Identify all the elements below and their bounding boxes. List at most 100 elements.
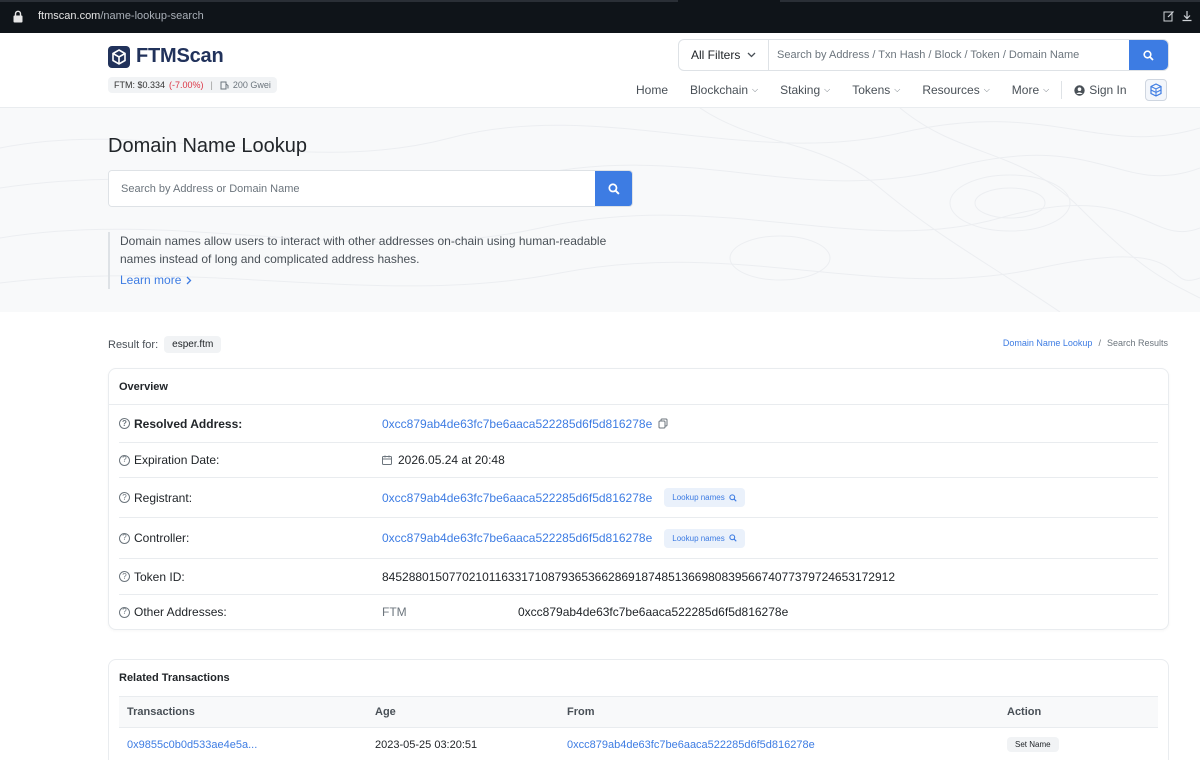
question-circle-icon[interactable]: ?	[119, 454, 130, 466]
nav-tokens[interactable]: Tokens ⌵	[852, 83, 900, 97]
registrant-lookup-names-button[interactable]: Lookup names	[664, 488, 745, 507]
search-icon	[729, 534, 737, 542]
header-search-input[interactable]	[769, 40, 1129, 70]
header-search-button[interactable]	[1129, 40, 1168, 70]
browser-tab-strip	[0, 0, 678, 2]
breadcrumb-separator: /	[1098, 338, 1101, 348]
expiration-value: 2026.05.24 at 20:48	[398, 453, 505, 467]
question-circle-icon[interactable]: ?	[119, 418, 130, 429]
controller-address-link[interactable]: 0xcc879ab4de63fc7be6aaca522285d6f5d81627…	[382, 531, 652, 545]
nav-staking[interactable]: Staking ⌵	[780, 83, 830, 97]
breadcrumb: Domain Name Lookup / Search Results	[1003, 338, 1168, 348]
question-circle-icon[interactable]: ?	[119, 492, 130, 503]
gas-pump-icon	[220, 81, 229, 89]
controller-lookup-names-button[interactable]: Lookup names	[664, 528, 745, 548]
token-id-value-group: 8452880150770210116331710879365366286918…	[382, 570, 895, 584]
transaction-hash-link[interactable]: 0x9855c0b0d533ae4e5a...	[127, 728, 257, 760]
question-circle-icon[interactable]: ?	[119, 606, 130, 618]
nav-resources[interactable]: Resources ⌵	[922, 83, 989, 97]
gas-price[interactable]: 200 Gwei	[233, 80, 271, 90]
breadcrumb-search-results: Search Results	[1106, 338, 1168, 348]
page-title: Domain Name Lookup	[108, 135, 307, 157]
breadcrumb-domain-lookup[interactable]: Domain Name Lookup	[1003, 338, 1093, 348]
logo-text: FTMScan	[136, 45, 224, 67]
lookup-names-label: Lookup names	[672, 533, 725, 543]
domain-search-input[interactable]	[109, 171, 595, 206]
user-circle-icon	[1074, 84, 1085, 96]
ftmscan-logo[interactable]: FTMScan	[108, 45, 224, 68]
nav-more-label: More	[1011, 83, 1040, 97]
column-transactions: Transactions	[127, 706, 195, 718]
nav-blockchain-label: Blockchain	[690, 83, 749, 97]
nav-blockchain[interactable]: Blockchain ⌵	[690, 83, 758, 97]
overview-title: Overview	[109, 369, 1168, 405]
column-action: Action	[1007, 706, 1042, 718]
other-address-chain: FTM	[382, 605, 407, 619]
lock-icon	[13, 10, 23, 23]
registrant-address-link[interactable]: 0xcc879ab4de63fc7be6aaca522285d6f5d81627…	[382, 491, 652, 505]
hero-section: Domain Name Lookup Domain names allow us…	[0, 108, 1200, 312]
nav-staking-label: Staking	[780, 83, 821, 97]
domain-info-callout: Domain names allow users to interact wit…	[108, 232, 638, 289]
column-age: Age	[375, 706, 396, 718]
learn-more-link[interactable]: Learn more	[120, 271, 192, 289]
controller-label: Controller:	[134, 531, 190, 545]
header-search: All Filters	[678, 39, 1169, 71]
edit-page-icon[interactable]	[1163, 10, 1175, 22]
other-address-value: 0xcc879ab4de63fc7be6aaca522285d6f5d81627…	[518, 605, 789, 619]
all-filters-dropdown[interactable]: All Filters	[679, 40, 769, 70]
search-icon	[729, 493, 737, 502]
search-icon	[607, 182, 620, 195]
url-host: ftmscan.com	[38, 10, 101, 22]
learn-more-label: Learn more	[120, 273, 182, 287]
controller-value-group: 0xcc879ab4de63fc7be6aaca522285d6f5d81627…	[382, 528, 745, 548]
transactions-table-header: Transactions Age From Action	[119, 696, 1158, 728]
ftm-price: FTM: $0.334	[114, 80, 166, 90]
expiration-value-group: 2026.05.24 at 20:48	[382, 453, 505, 467]
nav-tokens-label: Tokens	[852, 83, 891, 97]
download-icon[interactable]	[1181, 10, 1193, 22]
controller-label-group: ? Controller:	[119, 531, 189, 545]
price-separator: |	[210, 80, 213, 90]
registrant-label-group: ? Registrant:	[119, 491, 192, 505]
registrant-label: Registrant:	[134, 490, 193, 505]
browser-address[interactable]: ftmscan.com/name-lookup-search	[38, 10, 204, 22]
domain-search-button[interactable]	[595, 171, 632, 206]
resolved-address-label: Resolved Address:	[134, 416, 243, 431]
column-from: From	[567, 706, 595, 718]
nav-home[interactable]: Home	[636, 83, 668, 97]
lookup-names-label: Lookup names	[672, 493, 725, 502]
ftmscan-cube-icon	[108, 45, 130, 68]
chevron-down-icon: ⌵	[983, 85, 990, 94]
url-path: /name-lookup-search	[100, 10, 204, 22]
registrant-value-group: 0xcc879ab4de63fc7be6aaca522285d6f5d81627…	[382, 488, 745, 507]
domain-info-text: Domain names allow users to interact wit…	[120, 234, 607, 266]
filter-label: All Filters	[691, 48, 741, 62]
expiration-date-row: ? Expiration Date: 2026.05.24 at 20:48	[119, 443, 1158, 478]
result-for-label: Result for:	[108, 338, 159, 351]
expiration-label-group: ? Expiration Date:	[119, 453, 219, 467]
transaction-age: 2023-05-25 03:20:51	[375, 739, 478, 751]
overview-card: Overview ? Resolved Address: 0xcc879ab4d…	[108, 368, 1169, 630]
sign-in-label: Sign In	[1089, 83, 1127, 97]
expiration-label: Expiration Date:	[134, 453, 220, 467]
token-id-label: Token ID:	[134, 569, 185, 584]
copy-icon[interactable]	[658, 418, 668, 429]
question-circle-icon[interactable]: ?	[119, 532, 130, 544]
resolved-address-row: ? Resolved Address: 0xcc879ab4de63fc7be6…	[119, 405, 1158, 443]
transaction-from-link[interactable]: 0xcc879ab4de63fc7be6aaca522285d6f5d81627…	[567, 728, 815, 760]
fantom-network-button[interactable]	[1144, 79, 1167, 101]
nav-more[interactable]: More ⌵	[1012, 83, 1049, 97]
price-change: (-7.00%)	[169, 80, 204, 90]
question-circle-icon[interactable]: ?	[119, 571, 130, 582]
action-badge: Set Name	[1007, 737, 1059, 752]
resolved-address-label-group: ? Resolved Address:	[119, 417, 242, 431]
result-query-badge: esper.ftm	[164, 336, 222, 353]
chevron-down-icon: ⌵	[824, 85, 831, 94]
token-id-value: 8452880150770210116331710879365366286918…	[382, 569, 895, 584]
resolved-address-link[interactable]: 0xcc879ab4de63fc7be6aaca522285d6f5d81627…	[382, 417, 652, 431]
nav-resources-label: Resources	[922, 83, 980, 97]
chevron-down-icon: ⌵	[1043, 85, 1050, 94]
sign-in-link[interactable]: Sign In	[1074, 83, 1127, 97]
result-for: Result for: esper.ftm	[108, 336, 222, 353]
